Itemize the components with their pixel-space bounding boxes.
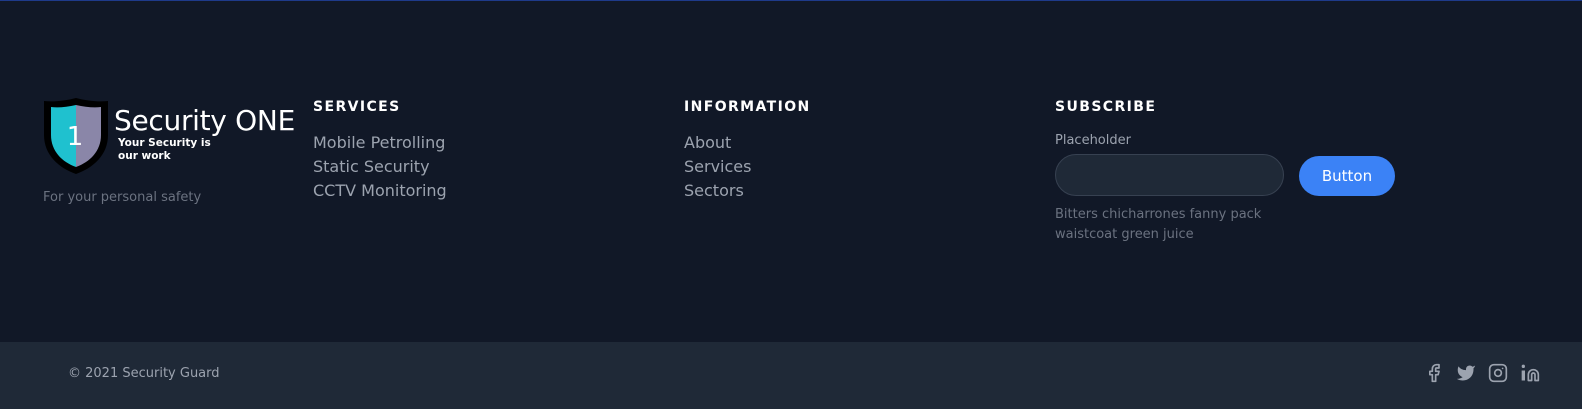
information-heading: INFORMATION: [684, 99, 811, 115]
copyright-text: © 2021 Security Guard: [68, 366, 220, 381]
subscribe-column: SUBSCRIBE Placeholder Button Bitters chi…: [1055, 98, 1415, 245]
footer-main: 1 Security ONE Your Security is our work…: [0, 1, 1582, 343]
link-about[interactable]: About: [684, 133, 731, 152]
logo-link[interactable]: 1 Security ONE Your Security is our work: [43, 97, 303, 175]
instagram-icon[interactable]: [1488, 363, 1508, 383]
social-links: [1424, 363, 1540, 385]
information-link-list: About Services Sectors: [684, 131, 811, 203]
link-mobile-petrolling[interactable]: Mobile Petrolling: [313, 133, 445, 152]
subscribe-input[interactable]: [1055, 154, 1284, 196]
facebook-icon[interactable]: [1424, 363, 1444, 383]
subscribe-field-label: Placeholder: [1055, 133, 1131, 148]
list-item: Static Security: [313, 155, 447, 179]
subscribe-button[interactable]: Button: [1299, 156, 1395, 196]
link-cctv-monitoring[interactable]: CCTV Monitoring: [313, 181, 447, 200]
list-item: CCTV Monitoring: [313, 179, 447, 203]
brand-description: For your personal safety: [43, 190, 202, 205]
list-item: Services: [684, 155, 811, 179]
services-link-list: Mobile Petrolling Static Security CCTV M…: [313, 131, 447, 203]
brand-block: 1 Security ONE Your Security is our work…: [43, 97, 303, 205]
logo-title: Security ONE: [114, 104, 295, 137]
link-services[interactable]: Services: [684, 157, 751, 176]
linkedin-icon[interactable]: [1520, 363, 1540, 383]
footer-bottom-bar: © 2021 Security Guard: [0, 342, 1582, 409]
subscribe-form: Button: [1055, 154, 1415, 196]
logo-number: 1: [67, 122, 84, 152]
link-static-security[interactable]: Static Security: [313, 157, 430, 176]
logo-tagline: Your Security is our work: [118, 137, 211, 162]
services-heading: SERVICES: [313, 99, 401, 115]
subscribe-heading: SUBSCRIBE: [1055, 99, 1157, 115]
site-footer: 1 Security ONE Your Security is our work…: [0, 0, 1582, 409]
list-item: Mobile Petrolling: [313, 131, 447, 155]
services-column: SERVICES Mobile Petrolling Static Securi…: [313, 98, 447, 203]
subscribe-description: Bitters chicharrones fanny pack waistcoa…: [1055, 207, 1262, 242]
list-item: About: [684, 131, 811, 155]
information-column: INFORMATION About Services Sectors: [684, 98, 811, 203]
twitter-icon[interactable]: [1456, 363, 1476, 383]
shield-logo-icon: 1: [44, 98, 108, 174]
link-sectors[interactable]: Sectors: [684, 181, 744, 200]
list-item: Sectors: [684, 179, 811, 203]
